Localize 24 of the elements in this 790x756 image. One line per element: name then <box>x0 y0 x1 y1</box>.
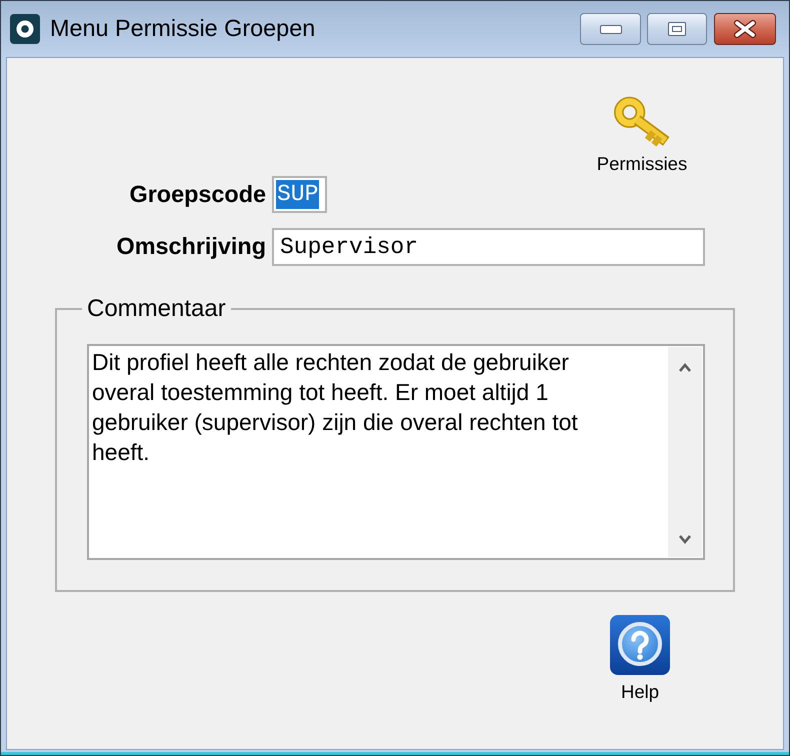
help-icon <box>610 615 670 675</box>
close-icon <box>734 20 756 38</box>
group-box-title: Commentaar <box>86 296 227 322</box>
comment-field[interactable]: Dit profiel heeft alle rechten zodat de gebruiker overal toestemming tot heeft. Er moet altijd 1 gebruiker (supervisor) zijn die overal rechten tot heeft. <box>87 344 705 560</box>
chevron-down-icon[interactable] <box>678 534 692 545</box>
key-icon <box>614 96 670 148</box>
permissions-button[interactable]: Permissies <box>592 96 692 174</box>
scrollbar[interactable] <box>668 347 702 557</box>
field-label: Groepscode <box>130 180 266 209</box>
close-button[interactable] <box>714 13 776 45</box>
window-title: Menu Permissie Groepen <box>50 14 316 44</box>
description-field[interactable]: Supervisor <box>272 228 705 266</box>
app-icon <box>10 14 40 44</box>
field-text: Supervisor <box>279 232 420 262</box>
field-label: Omschrijving <box>116 232 266 262</box>
minimize-button[interactable] <box>580 13 641 45</box>
help-button[interactable]: Help <box>605 615 675 702</box>
maximize-button[interactable] <box>647 13 707 45</box>
maximize-icon <box>668 22 686 36</box>
minimize-icon <box>600 24 622 34</box>
chevron-up-icon[interactable] <box>678 362 692 373</box>
code-field[interactable]: SUP <box>272 176 327 213</box>
selected-text: SUP <box>276 180 320 209</box>
comment-text: Dit profiel heeft alle rechten zodat de gebruiker overal toestemming tot heeft. Er moet altijd 1 gebruiker (supervisor) zijn die overal rechten tot heeft. <box>91 348 579 467</box>
